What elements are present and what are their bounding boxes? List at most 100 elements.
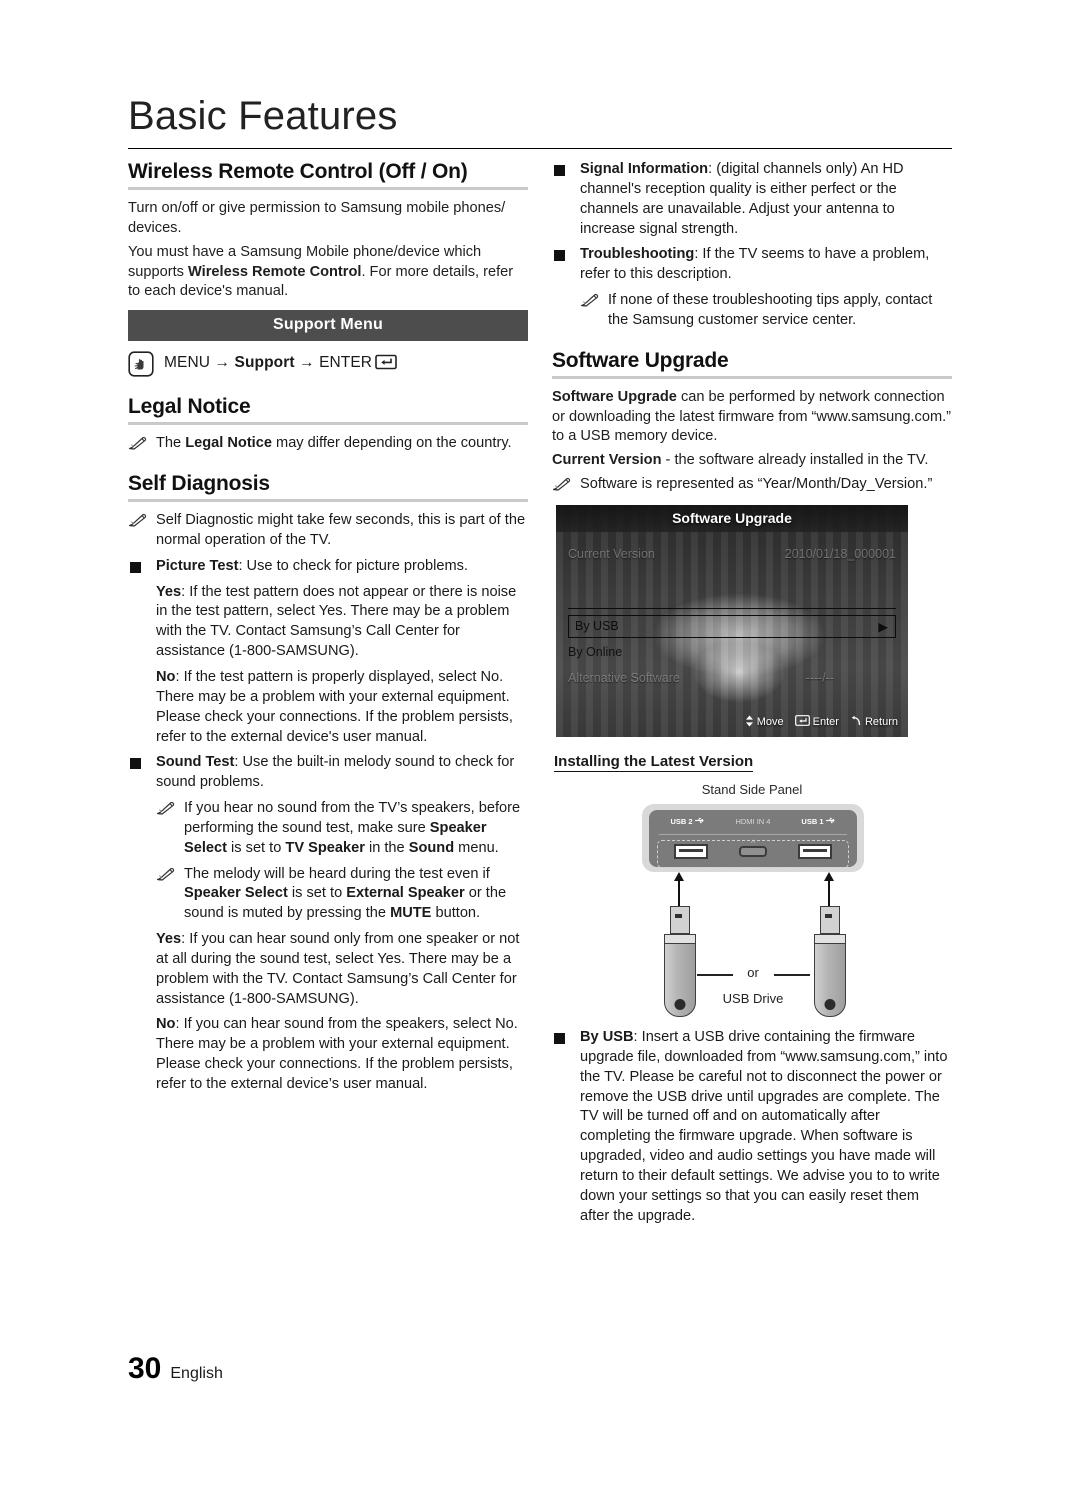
section-legal-notice: Legal Notice The Legal Notice may differ… (128, 395, 528, 454)
section-self-diagnosis: Self Diagnosis Self Diagnostic might tak… (128, 472, 528, 1095)
or-connector-right (774, 973, 810, 976)
troubleshooting-note-text: If none of these troubleshooting tips ap… (608, 292, 933, 328)
hdmi-port-slot (738, 845, 767, 857)
tv-osd-screenshot: Software Upgrade Current Version 2010/01… (556, 504, 908, 737)
by-usb-item: By USB: Insert a USB drive containing th… (552, 1028, 952, 1226)
sound-note2-p2: is set to (287, 885, 347, 902)
tv-alternative-value: ----/-- (805, 670, 834, 685)
sound-no-label: No (156, 1016, 176, 1033)
software-upgrade-bold: Software Upgrade (552, 388, 677, 405)
sound-test-label: Sound Test (156, 754, 235, 771)
tv-menu-item-by-online[interactable]: By Online (568, 645, 896, 659)
usb-trident-icon (694, 817, 705, 826)
menu-path: MENU → Support → ENTER (128, 351, 528, 377)
enter-key-icon (375, 354, 397, 375)
pencil-note-icon (128, 513, 147, 527)
pencil-note-icon (552, 477, 571, 491)
sound-note-1: If you hear no sound from the TV’s speak… (128, 799, 528, 859)
picture-test-text: : Use to check for picture problems. (238, 557, 468, 574)
tv-hint-return: Return (850, 715, 898, 729)
right-column: Signal Information: (digital channels on… (552, 160, 952, 1232)
manual-page: Basic Features Wireless Remote Control (… (0, 0, 1080, 1494)
picture-no-text: : If the test pattern is properly displa… (156, 668, 513, 745)
heading-rule (128, 499, 528, 503)
tv-hint-enter-label: Enter (812, 716, 839, 729)
section-heading-software-upgrade: Software Upgrade (552, 348, 729, 372)
menu-path-text: MENU → Support → ENTER (164, 354, 397, 375)
tv-osd-title: Software Upgrade (672, 509, 792, 526)
tv-hint-move: Move (745, 715, 784, 730)
tv-by-online-label: By Online (568, 644, 623, 659)
usb-connector (670, 905, 690, 934)
sound-note2-b1: Speaker Select (184, 885, 288, 902)
panel-ports (649, 843, 857, 859)
menu-path-arrow-1: → (214, 353, 231, 371)
by-usb-label: By USB (580, 1028, 634, 1045)
pencil-note-icon (128, 436, 147, 450)
sound-yes-label: Yes (156, 931, 182, 948)
pencil-note-icon (580, 293, 599, 307)
port-labels: USB 2 HDMI IN 4 USB 1 (649, 817, 857, 826)
heading-rule (128, 187, 528, 190)
sound-test-no: No: If you can hear sound from the speak… (128, 1015, 528, 1094)
usb-drive-left (663, 905, 697, 1017)
stand-side-panel-label: Stand Side Panel (701, 781, 803, 797)
sound-note2-b3: MUTE (390, 905, 432, 922)
legal-notice-note: The Legal Notice may differ depending on… (128, 434, 528, 454)
picture-yes-text: : If the test pattern does not appear or… (156, 583, 517, 660)
current-version-bold: Current Version (552, 452, 662, 469)
arrow-to-usb1 (824, 871, 834, 907)
usb-connector (820, 905, 840, 934)
bullet-square-icon (554, 165, 565, 176)
troubleshooting-note: If none of these troubleshooting tips ap… (552, 291, 952, 331)
menu-path-menu: MENU (164, 353, 211, 371)
legal-note-part2: may differ depending on the country. (271, 435, 512, 452)
pencil-note-icon (156, 801, 175, 815)
picture-no-label: No (156, 668, 176, 685)
sound-note2-p4: button. (431, 905, 481, 922)
section-heading-self-diagnosis: Self Diagnosis (128, 472, 270, 496)
legal-note-part1: The (156, 435, 186, 452)
pencil-note-icon (156, 867, 175, 881)
left-column: Wireless Remote Control (Off / On) Turn … (128, 160, 528, 1113)
usb-install-diagram: Stand Side Panel USB 2 HDMI IN 4 USB 1 ^… (552, 782, 952, 1020)
usb2-label-text: USB 2 (670, 816, 693, 826)
sound-note2-b2: External Speaker (346, 885, 465, 902)
menu-path-support: Support (234, 353, 295, 371)
usb1-port-slot (797, 843, 832, 859)
self-diagnosis-note: Self Diagnostic might take few seconds, … (128, 511, 528, 551)
sound-note1-b3: Sound (408, 839, 455, 856)
sound-note1-p2: is set to (227, 839, 286, 856)
arrow-to-usb2 (674, 871, 684, 907)
picture-test-yes: Yes: If the test pattern does not appear… (128, 583, 528, 662)
press-finger-icon (128, 351, 154, 377)
return-arrow-icon (850, 715, 862, 729)
usb-drive-body (814, 942, 846, 1017)
page-number: 30 (128, 1352, 162, 1385)
page-language: English (170, 1365, 223, 1382)
tv-osd-divider (568, 607, 896, 609)
section-heading-wireless: Wireless Remote Control (Off / On) (128, 160, 468, 183)
or-connector-left (697, 973, 733, 976)
bullet-square-icon (554, 250, 565, 262)
troubleshooting-item: Troubleshooting: If the TV seems to have… (552, 245, 952, 285)
stand-side-panel-shell: USB 2 HDMI IN 4 USB 1 ^ (642, 803, 864, 872)
sound-note2-p1: The melody will be heard during the test… (184, 865, 490, 882)
section-wireless-remote-control: Wireless Remote Control (Off / On) Turn … (128, 160, 528, 377)
sound-note1-b2: TV Speaker (285, 839, 365, 856)
usb1-port-label: USB 1 (801, 817, 835, 826)
usb-trident-icon (825, 817, 836, 826)
picture-test-label: Picture Test (156, 557, 239, 574)
hdmi-port-label: HDMI IN 4 (735, 816, 771, 826)
troubleshooting-label: Troubleshooting (580, 246, 695, 263)
section-heading-legal-notice: Legal Notice (128, 395, 251, 419)
page-title: Basic Features (128, 94, 398, 138)
tv-menu-item-by-usb[interactable]: By USB ▶ (568, 614, 896, 638)
stand-side-panel-inner: USB 2 HDMI IN 4 USB 1 ^ (649, 809, 857, 868)
sound-note1-p4: menu. (454, 839, 499, 856)
support-menu-banner: Support Menu (128, 310, 528, 342)
tv-menu-item-alternative-software[interactable]: Alternative Software ----/-- (568, 671, 896, 685)
menu-path-arrow-2: → (299, 353, 315, 371)
title-divider (128, 148, 952, 149)
picture-test-no: No: If the test pattern is properly disp… (128, 668, 528, 747)
